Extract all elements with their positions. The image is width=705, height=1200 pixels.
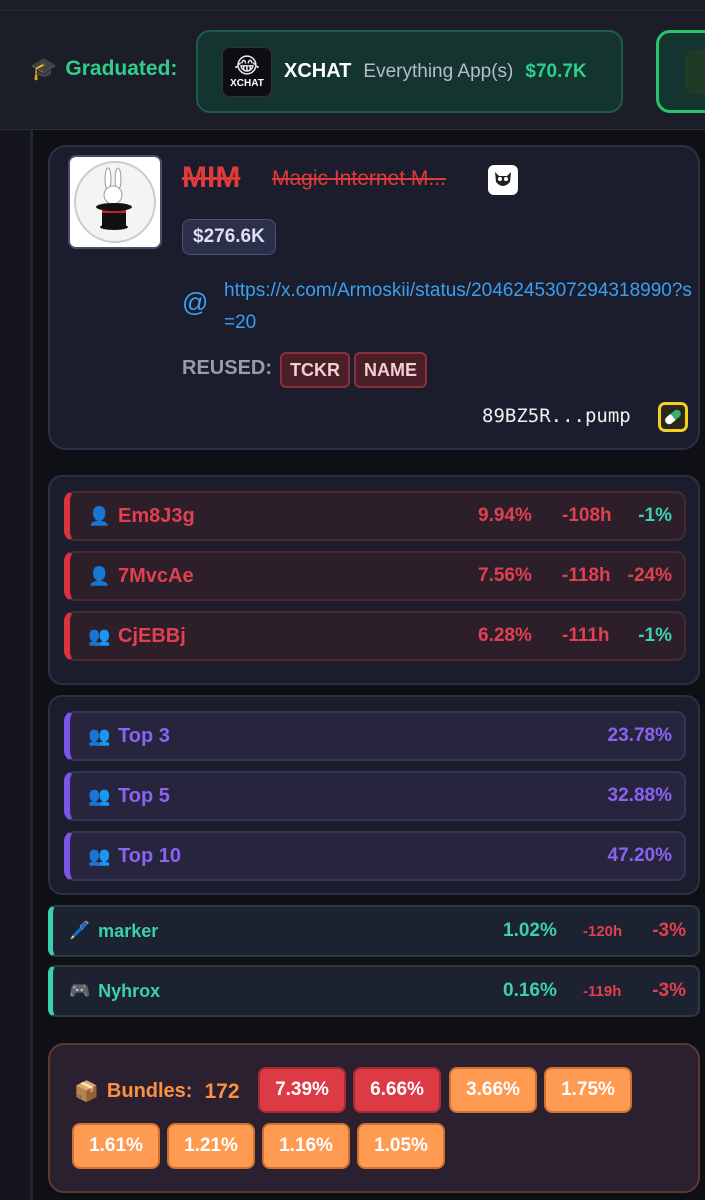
wallet-pct: 0.16%	[503, 980, 557, 1001]
wallet-label: Nyhrox	[98, 980, 161, 1001]
token-card[interactable]: MIM Magic Internet M... $276.6K @ https:…	[48, 145, 700, 450]
bundle-chip[interactable]: 1.05%	[357, 1123, 445, 1169]
bundle-chip[interactable]: 1.61%	[72, 1123, 160, 1169]
graduated-token-card[interactable]: 😂 XCHAT XCHAT Everything App(s) $70.7K	[196, 30, 623, 113]
wallet-change: -3%	[652, 980, 686, 1001]
bundles-header: 📦 Bundles: 172	[74, 1079, 240, 1104]
holder-change: -1%	[638, 505, 672, 526]
token-mcap-badge: $276.6K	[182, 219, 276, 255]
token-name: Magic Internet M...	[272, 167, 446, 190]
bundle-chip[interactable]: 7.39%	[258, 1067, 346, 1113]
bundles-panel: 📦 Bundles: 172 7.39% 6.66% 3.66% 1.75% 1…	[48, 1043, 700, 1193]
wallet-change: -3%	[652, 920, 686, 941]
wallet-row[interactable]: 🎮 Nyhrox 0.16% -119h -3%	[48, 965, 700, 1017]
holder-row[interactable]: 👤 7MvcAe 7.56% -118h -24%	[64, 551, 686, 601]
users-icon: 👥	[88, 725, 111, 746]
users-icon: 👥	[88, 785, 111, 806]
at-icon: @	[182, 287, 209, 317]
wallet-pct: 1.02%	[503, 920, 557, 941]
token-thumbnail	[685, 50, 705, 94]
top-label: Top 3	[118, 724, 170, 747]
holder-row[interactable]: 👥 CjEBBj 6.28% -111h -1%	[64, 611, 686, 661]
holder-pct: 6.28%	[478, 625, 532, 646]
reused-tag-ticker: TCKR	[280, 352, 350, 388]
holder-id: 7MvcAe	[118, 564, 194, 587]
bundles-label: Bundles:	[106, 1080, 193, 1102]
scroll-edge	[30, 130, 33, 1200]
token-address[interactable]: 89BZ5R...pump	[482, 405, 631, 427]
top-label: Top 10	[118, 844, 181, 867]
wallet-label: marker	[98, 920, 159, 941]
users-icon: 👥	[88, 845, 111, 866]
graduated-mcap: $70.7K	[525, 60, 587, 82]
pill-icon[interactable]	[658, 402, 688, 432]
top-pct: 23.78%	[607, 725, 672, 746]
holder-pct: 7.56%	[478, 565, 532, 586]
bundle-chip[interactable]: 1.75%	[544, 1067, 632, 1113]
graduated-name: Everything App(s)	[363, 60, 514, 82]
users-icon: 👥	[88, 625, 111, 646]
holders-group: 👤 Em8J3g 9.94% -108h -1% 👤 7MvcAe 7.56% …	[48, 475, 700, 685]
owl-icon[interactable]	[488, 165, 518, 195]
top-row[interactable]: 👥 Top 5 32.88%	[64, 771, 686, 821]
holder-row[interactable]: 👤 Em8J3g 9.94% -108h -1%	[64, 491, 686, 541]
rabbit-hat-icon	[74, 161, 156, 243]
cube-icon: 📦	[74, 1081, 99, 1103]
graduated-bar: 🎓 Graduated: 😂 XCHAT XCHAT Everything Ap…	[0, 0, 705, 130]
xchat-logo: 😂 XCHAT	[222, 46, 272, 97]
bundle-chip[interactable]: 3.66%	[449, 1067, 537, 1113]
token-ticker: MIM	[182, 161, 241, 194]
holder-age: -108h	[562, 505, 612, 526]
bundle-chip[interactable]: 6.66%	[353, 1067, 441, 1113]
graduated-label: 🎓 Graduated:	[30, 56, 178, 81]
laughing-face-icon: 😂	[234, 53, 260, 78]
reused-label: REUSED:	[182, 357, 273, 379]
top-pct: 32.88%	[607, 785, 672, 806]
graduation-cap-icon: 🎓	[30, 56, 58, 81]
graduated-symbol: XCHAT	[284, 60, 352, 82]
top-row[interactable]: 👥 Top 10 47.20%	[64, 831, 686, 881]
holder-change: -1%	[638, 625, 672, 646]
bundles-count: 172	[204, 1079, 240, 1103]
holder-id: CjEBBj	[118, 624, 186, 647]
graduated-token-card-partial[interactable]	[656, 30, 705, 113]
top-pct: 47.20%	[607, 845, 672, 866]
tweet-link[interactable]: https://x.com/Armoskii/status/2046245307…	[224, 275, 694, 339]
holder-change: -24%	[627, 565, 672, 586]
wallet-age: -120h	[583, 922, 623, 940]
wallet-age: -119h	[583, 982, 622, 1000]
divider	[0, 10, 705, 11]
pen-icon: 🖊️	[69, 921, 91, 940]
holder-age: -111h	[562, 625, 610, 646]
bundle-chip[interactable]: 1.21%	[167, 1123, 255, 1169]
top-row[interactable]: 👥 Top 3 23.78%	[64, 711, 686, 761]
reused-tag-name: NAME	[354, 352, 427, 388]
user-icon: 👤	[88, 565, 111, 586]
owl-glyph	[495, 172, 511, 186]
user-icon: 👤	[88, 505, 111, 526]
top-label: Top 5	[118, 784, 170, 807]
top-holders-group: 👥 Top 3 23.78% 👥 Top 5 32.88% 👥 Top 10 4…	[48, 695, 700, 895]
holder-pct: 9.94%	[478, 505, 532, 526]
token-image[interactable]	[68, 155, 162, 249]
wallet-row[interactable]: 🖊️ marker 1.02% -120h -3%	[48, 905, 700, 957]
holder-id: Em8J3g	[118, 504, 195, 527]
holder-age: -118h	[562, 565, 611, 586]
bundle-chip[interactable]: 1.16%	[262, 1123, 350, 1169]
gamepad-icon: 🎮	[69, 981, 91, 1000]
